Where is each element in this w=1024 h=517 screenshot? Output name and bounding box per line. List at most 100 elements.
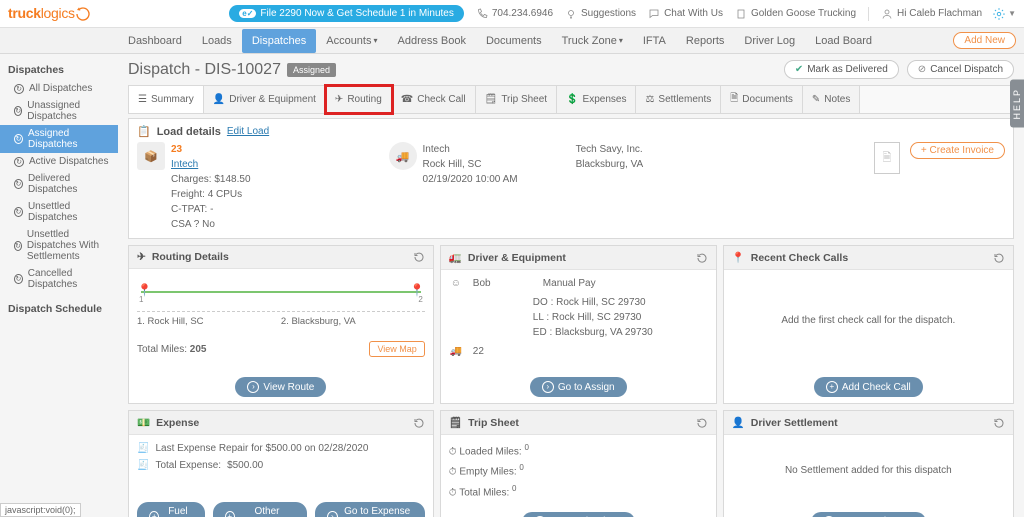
sidebar-item-unsettled-ws[interactable]: ↻Unsettled Dispatches With Settlements [0,226,118,265]
chat-link[interactable]: Chat With Us [648,8,723,20]
route-icon: ✈ [137,251,146,263]
other-expense-button[interactable]: +Other Expense [213,502,308,517]
go-trip-sheet-button[interactable]: ›Go to Trip Sheet [522,512,635,517]
help-tab[interactable]: HELP [1010,80,1024,128]
refresh-icon[interactable] [993,417,1005,429]
nav-dispatches[interactable]: Dispatches [242,29,316,53]
status-bar: javascript:void(0); [0,503,81,517]
nav-loads[interactable]: Loads [192,29,242,53]
person-icon: ☺ [449,278,463,289]
route-stop-1: 1. Rock Hill, SC [137,316,281,327]
main-nav: Dashboard Loads Dispatches Accounts▾ Add… [0,28,1024,54]
tab-documents[interactable]: 🗎Documents [721,86,803,113]
checkcall-title: Recent Check Calls [751,252,848,264]
pin-icon: 📍 [732,251,745,264]
sidebar-item-unassigned[interactable]: ↻Unassigned Dispatches [0,97,118,125]
driver-icon: 🚛 [449,251,462,264]
receipt-icon: 🧾 [137,443,149,454]
sheet-icon: 🗒 [449,416,462,429]
sidebar-item-all[interactable]: ↻All Dispatches [0,80,118,97]
refresh-icon[interactable] [696,417,708,429]
money-icon: 💵 [137,416,150,429]
load-number[interactable]: 23 [171,142,251,157]
nav-driver-log[interactable]: Driver Log [734,29,805,53]
add-check-call-button[interactable]: +Add Check Call [814,377,923,397]
tab-check-call[interactable]: ☎Check Call [392,86,476,113]
receipt-icon: 🧾 [137,460,149,471]
refresh-icon[interactable] [696,252,708,264]
dispatch-tabs: ☰Summary 👤Driver & Equipment ✈Routing ☎C… [128,85,1014,114]
file-2290-button[interactable]: e✓File 2290 Now & Get Schedule 1 in Minu… [229,5,464,22]
nav-documents[interactable]: Documents [476,29,552,53]
gear-icon[interactable] [992,7,1006,21]
tab-routing[interactable]: ✈Routing [326,86,392,113]
sidebar-item-cancelled[interactable]: ↻Cancelled Dispatches [0,265,118,293]
chat-icon [648,8,660,20]
person-icon: 👤 [732,416,745,429]
phone-link[interactable]: 704.234.6946 [476,8,553,20]
page-title: Dispatch - DIS-10027 [128,61,281,79]
sidebar: Dispatches ↻All Dispatches ↻Unassigned D… [0,54,118,517]
trailer-icon: 🚚 [449,346,463,357]
sidebar-item-delivered[interactable]: ↻Delivered Dispatches [0,170,118,198]
cancel-dispatch-button[interactable]: ⊘Cancel Dispatch [907,60,1014,79]
load-details-label: Load details [157,126,221,138]
nav-reports[interactable]: Reports [676,29,735,53]
sidebar-header: Dispatches [0,60,118,80]
tab-driver-equipment[interactable]: 👤Driver & Equipment [204,86,326,113]
customer-link[interactable]: Intech [171,159,198,170]
clipboard-icon: 📋 [137,125,151,138]
bulb-icon [565,8,577,20]
odometer-icon: ⏱ [449,487,457,498]
expense-title: Expense [156,417,199,429]
nav-dashboard[interactable]: Dashboard [118,29,192,53]
go-to-assign-button[interactable]: ›Go to Assign [530,377,627,397]
tab-notes[interactable]: ✎Notes [803,86,861,113]
route-stop-2: 2. Blacksburg, VA [281,316,425,327]
go-settlement-button[interactable]: ›Go to Settlement [811,512,926,517]
refresh-icon[interactable] [413,251,425,263]
sidebar-item-active[interactable]: ↻Active Dispatches [0,153,118,170]
sidebar-schedule[interactable]: Dispatch Schedule [0,299,118,319]
invoice-icon: 🗎 [874,142,900,174]
user-greeting[interactable]: Hi Caleb Flachman [881,8,982,20]
nav-load-board[interactable]: Load Board [805,29,882,53]
status-badge: Assigned [287,63,336,77]
tab-summary[interactable]: ☰Summary [129,86,204,113]
add-new-button[interactable]: Add New [953,32,1016,49]
view-route-button[interactable]: ›View Route [235,377,326,397]
fuel-up-button[interactable]: +Fuel Up [137,502,205,517]
edit-load-link[interactable]: Edit Load [227,126,269,137]
tab-settlements[interactable]: ⚖Settlements [636,86,721,113]
nav-address-book[interactable]: Address Book [388,29,476,53]
routing-title: Routing Details [152,251,229,263]
nav-ifta[interactable]: IFTA [633,29,676,53]
view-map-button[interactable]: View Map [369,341,424,357]
tab-expenses[interactable]: 💲Expenses [557,86,636,113]
phone-icon [476,8,488,20]
package-icon: 📦 [137,142,165,170]
checkcall-empty: Add the first check call for the dispatc… [724,270,1013,371]
building-icon [735,8,747,20]
company-link[interactable]: Golden Goose Trucking [735,8,856,20]
nav-truck-zone[interactable]: Truck Zone▾ [552,29,633,53]
settlement-title: Driver Settlement [751,417,838,429]
nav-accounts[interactable]: Accounts▾ [316,29,387,53]
suggestions-link[interactable]: Suggestions [565,8,636,20]
load-details-panel: 📋 Load details Edit Load 📦 23 Intech Cha… [128,118,1014,239]
sidebar-item-unsettled[interactable]: ↻Unsettled Dispatches [0,198,118,226]
expense-list-button[interactable]: ›Go to Expense List [315,502,425,517]
user-icon [881,8,893,20]
settlement-empty: No Settlement added for this dispatch [724,435,1013,506]
refresh-icon[interactable] [993,252,1005,264]
mark-delivered-button[interactable]: ✔Mark as Delivered [784,60,899,79]
tripsheet-title: Trip Sheet [468,417,519,429]
logo[interactable]: trucklogics [8,5,91,22]
create-invoice-button[interactable]: + Create Invoice [910,142,1005,159]
sidebar-item-assigned[interactable]: ↻Assigned Dispatches [0,125,118,153]
de-title: Driver & Equipment [468,252,566,264]
tab-trip-sheet[interactable]: 🗒Trip Sheet [476,86,557,113]
odometer-icon: ⏱ [449,467,457,478]
refresh-icon[interactable] [413,417,425,429]
truck-icon: 🚚 [389,142,417,170]
